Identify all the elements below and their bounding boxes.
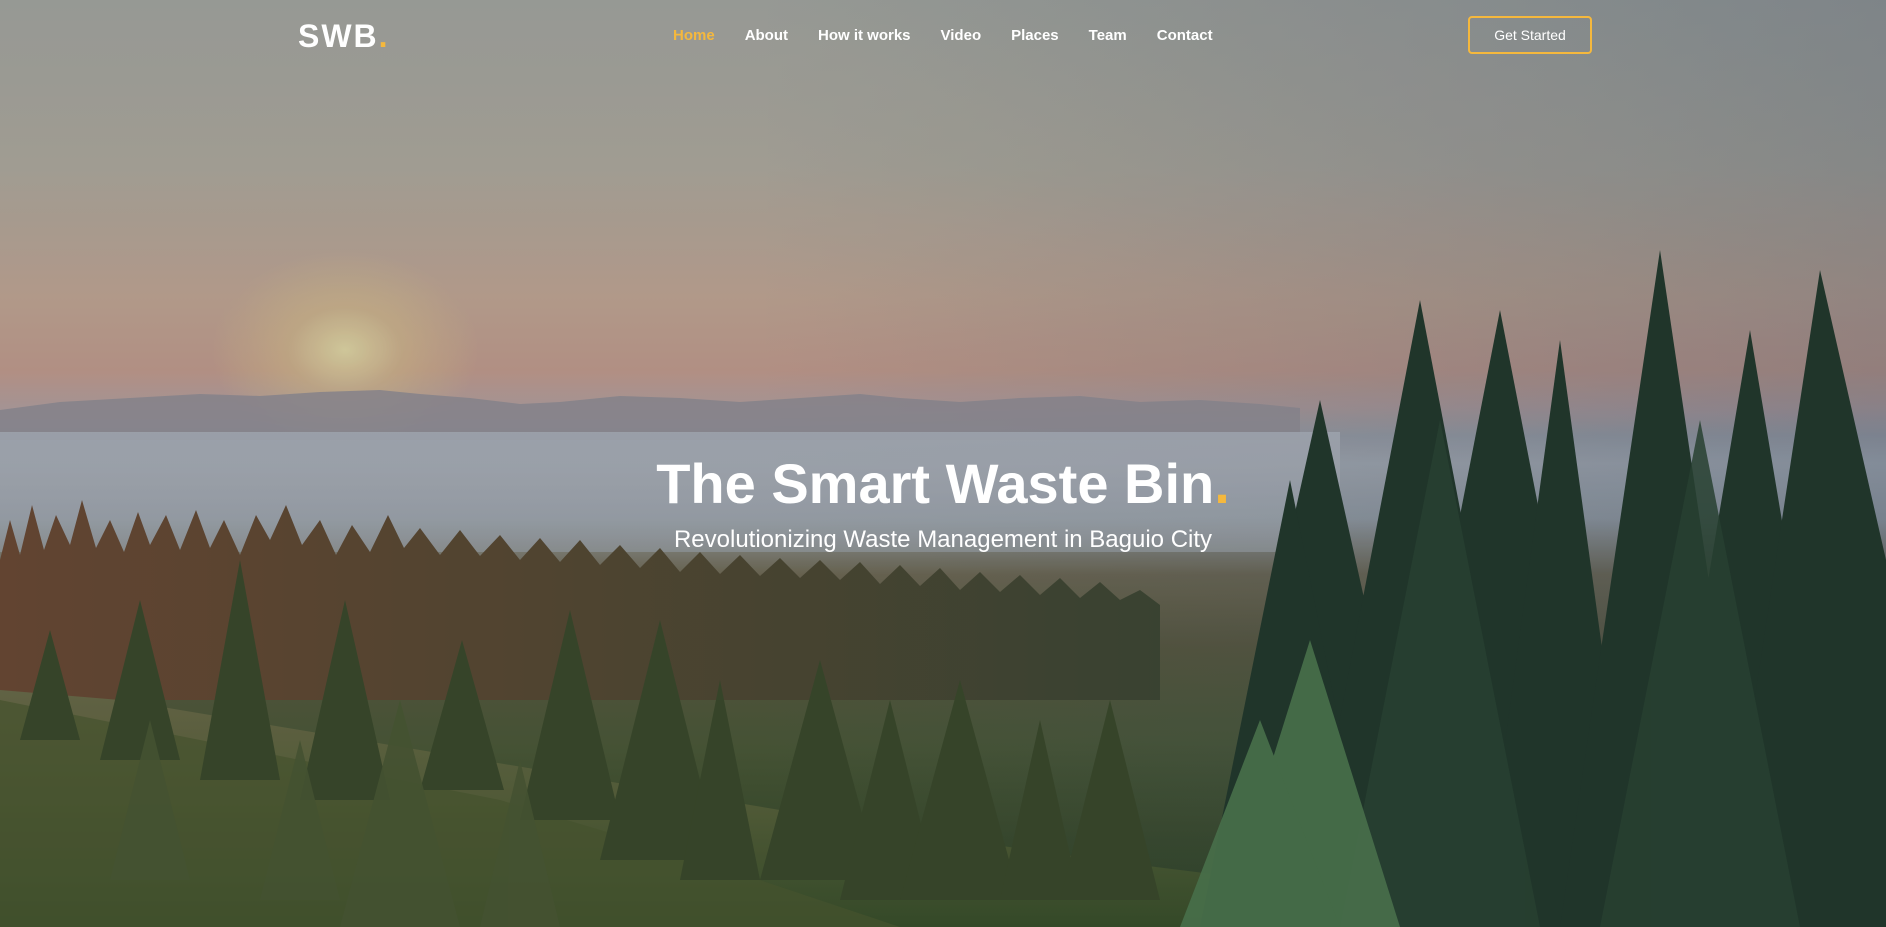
logo-dot: . bbox=[378, 18, 390, 54]
hero-section: SWB. Home About How it works Video Place… bbox=[0, 0, 1886, 927]
hero-title: The Smart Waste Bin. bbox=[0, 452, 1886, 516]
nav-item-home[interactable]: Home bbox=[673, 26, 715, 46]
nav-item-places[interactable]: Places bbox=[1011, 26, 1059, 46]
site-header: SWB. Home About How it works Video Place… bbox=[0, 0, 1886, 72]
hero-subtitle: Revolutionizing Waste Management in Bagu… bbox=[673, 526, 1213, 553]
hero-title-text: The Smart Waste Bin bbox=[656, 452, 1215, 515]
main-nav: Home About How it works Video Places Tea… bbox=[673, 26, 1243, 46]
nav-item-team[interactable]: Team bbox=[1089, 26, 1127, 46]
logo[interactable]: SWB. bbox=[298, 17, 390, 55]
nav-item-how-it-works[interactable]: How it works bbox=[818, 26, 911, 46]
nav-item-about[interactable]: About bbox=[745, 26, 788, 46]
logo-text: SWB bbox=[298, 18, 379, 54]
nav-item-video[interactable]: Video bbox=[941, 26, 982, 46]
hero-title-dot: . bbox=[1214, 452, 1230, 515]
nav-item-contact[interactable]: Contact bbox=[1157, 26, 1213, 46]
get-started-button[interactable]: Get Started bbox=[1468, 16, 1592, 54]
